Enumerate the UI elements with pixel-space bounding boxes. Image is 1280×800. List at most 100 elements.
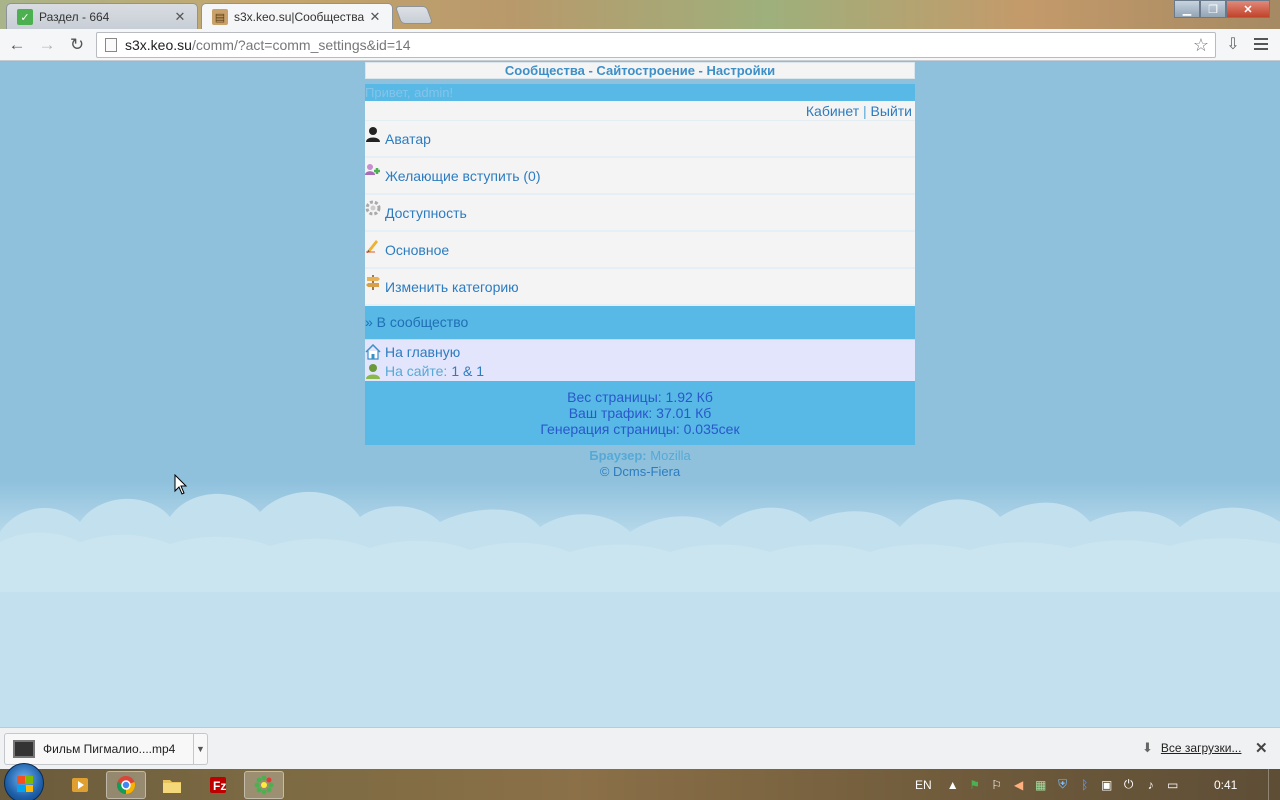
- browser-tab-active[interactable]: ▤ s3x.keo.su|Сообщества - ✕: [201, 3, 393, 29]
- back-to-community-link[interactable]: » В сообщество: [365, 306, 915, 339]
- green-flag-icon[interactable]: ⚑: [968, 778, 982, 792]
- browser-info: Браузер: Mozilla: [365, 448, 915, 464]
- clock[interactable]: 0:41: [1214, 778, 1237, 792]
- all-downloads: ⬇ Все загрузки...: [1142, 740, 1241, 756]
- browser-value: Mozilla: [650, 448, 691, 463]
- back-arrow-icon[interactable]: ←: [4, 32, 30, 58]
- bluetooth-icon[interactable]: ᛒ: [1078, 778, 1092, 792]
- greeting-text: Привет, admin!: [365, 84, 915, 101]
- url-host: s3x.keo.su: [125, 37, 192, 53]
- close-download-bar-icon[interactable]: ✕: [1255, 739, 1268, 757]
- pencil-icon: [365, 237, 381, 253]
- system-tray: EN ▲ ⚑ ⚐ ◀ ▦ ⛨ ᛒ ▣ ⏻ ♪ ▭: [915, 769, 1180, 800]
- menu-item-label: Аватар: [385, 130, 431, 147]
- download-bar: Фильм Пигмалио....mp4 ▼ ⬇ Все загрузки..…: [0, 727, 1280, 769]
- bookmark-star-icon[interactable]: ☆: [1193, 35, 1209, 56]
- all-downloads-link[interactable]: Все загрузки...: [1161, 741, 1242, 755]
- menu-item-access[interactable]: Доступность: [365, 195, 915, 232]
- reload-icon[interactable]: ↻: [64, 32, 90, 58]
- explorer-folder-icon[interactable]: [152, 771, 192, 799]
- forward-arrow-icon[interactable]: →: [34, 32, 60, 58]
- cabinet-link[interactable]: Кабинет: [806, 103, 859, 119]
- signpost-icon: [365, 274, 381, 290]
- network-monitor-icon[interactable]: ▦: [1034, 778, 1048, 792]
- speaker-icon[interactable]: ♪: [1144, 778, 1158, 792]
- footer-links: На главную На сайте: 1 & 1: [365, 339, 915, 381]
- logout-link[interactable]: Выйти: [871, 103, 912, 119]
- menu-item-join-requests[interactable]: Желающие вступить (0): [365, 158, 915, 195]
- filezilla-icon[interactable]: Fz: [198, 771, 238, 799]
- user-online-icon: [365, 363, 381, 379]
- show-desktop-button[interactable]: [1268, 769, 1280, 800]
- window-controls: ▁ ❐ ✕: [1174, 0, 1270, 18]
- browser-label: Браузер:: [589, 448, 647, 463]
- extension-download-icon[interactable]: ⇩: [1222, 33, 1244, 55]
- page-weight: Вес страницы: 1.92 Кб: [567, 389, 713, 405]
- menu-item-avatar[interactable]: Аватар: [365, 121, 915, 158]
- page-title: Сообщества - Сайтостроение - Настройки: [365, 62, 915, 79]
- maximize-button[interactable]: ❐: [1200, 0, 1226, 18]
- address-url[interactable]: s3x.keo.su/comm/?act=comm_settings&id=14: [125, 37, 411, 53]
- menu-item-label: Основное: [385, 241, 450, 258]
- browser-tab-strip: ✓ Раздел - 664 ✕ ▤ s3x.keo.su|Сообщества…: [0, 0, 1280, 29]
- windows-logo-icon: [17, 776, 33, 792]
- close-window-button[interactable]: ✕: [1226, 0, 1270, 18]
- address-bar[interactable]: s3x.keo.su/comm/?act=comm_settings&id=14…: [96, 32, 1216, 58]
- icq-icon[interactable]: [244, 771, 284, 799]
- menu-item-label: Доступность: [385, 204, 467, 221]
- browser-menu-icon[interactable]: [1250, 33, 1272, 55]
- close-tab-icon[interactable]: ✕: [368, 9, 382, 25]
- language-indicator[interactable]: EN: [915, 778, 932, 792]
- home-link[interactable]: На главную: [365, 342, 915, 361]
- chrome-icon[interactable]: [106, 771, 146, 799]
- menu-item-label: Желающие вступить (0): [385, 167, 541, 184]
- download-item[interactable]: Фильм Пигмалио....mp4 ▼: [4, 733, 208, 765]
- clouds-background: [0, 491, 1280, 592]
- media-player-icon[interactable]: [60, 771, 100, 799]
- download-arrow-icon: ⬇: [1142, 740, 1153, 755]
- tab-title: s3x.keo.su|Сообщества -: [234, 9, 368, 24]
- start-button[interactable]: [4, 763, 44, 800]
- browser-toolbar: ← → ↻ s3x.keo.su/comm/?act=comm_settings…: [0, 29, 1280, 61]
- home-icon: [365, 343, 381, 360]
- menu-item-general[interactable]: Основное: [365, 232, 915, 269]
- new-tab-button[interactable]: [394, 6, 434, 24]
- close-tab-icon[interactable]: ✕: [173, 9, 187, 25]
- tab-title: Раздел - 664: [39, 9, 110, 24]
- checkmark-favicon-icon: ✓: [17, 9, 33, 25]
- user-bar: Кабинет | Выйти: [365, 101, 915, 121]
- userbar-separator: |: [863, 103, 867, 119]
- gear-icon: [365, 200, 381, 216]
- menu-item-change-category[interactable]: Изменить категорию: [365, 269, 915, 306]
- action-center-flag-icon[interactable]: ⚐: [990, 778, 1004, 792]
- menu-item-label: Изменить категорию: [385, 278, 519, 295]
- users-add-icon: [365, 163, 381, 179]
- volume-mute-icon[interactable]: ◀: [1012, 778, 1026, 792]
- mouse-cursor-icon: [174, 474, 188, 495]
- page-container: Сообщества - Сайтостроение - Настройки П…: [365, 62, 915, 480]
- device-icon[interactable]: ▣: [1100, 778, 1114, 792]
- shield-icon[interactable]: ⛨: [1056, 777, 1070, 792]
- video-file-icon: [13, 740, 35, 758]
- online-row: На сайте: 1 & 1: [365, 361, 915, 380]
- online-label: На сайте:: [385, 362, 448, 379]
- show-hidden-icons-icon[interactable]: ▲: [946, 778, 960, 792]
- network-icon[interactable]: ▭: [1166, 778, 1180, 792]
- minimize-button[interactable]: ▁: [1174, 0, 1200, 18]
- page-viewport: Сообщества - Сайтостроение - Настройки П…: [0, 62, 1280, 727]
- copyright-link[interactable]: © Dcms-Fiera: [365, 464, 915, 480]
- page-stats: Вес страницы: 1.92 Кб Ваш трафик: 37.01 …: [365, 381, 915, 445]
- browser-tab-inactive[interactable]: ✓ Раздел - 664 ✕: [6, 3, 198, 29]
- page-icon: [105, 38, 117, 52]
- user-icon: [365, 126, 381, 142]
- download-file-name: Фильм Пигмалио....mp4: [43, 742, 176, 756]
- chevron-down-icon[interactable]: ▼: [193, 734, 207, 764]
- online-count-link[interactable]: 1 & 1: [451, 363, 484, 379]
- traffic: Ваш трафик: 37.01 Кб: [568, 405, 712, 421]
- windows-taskbar: Fz EN ▲ ⚑ ⚐ ◀ ▦ ⛨ ᛒ ▣ ⏻ ♪ ▭ 0:41: [0, 763, 1280, 800]
- power-plug-icon[interactable]: ⏻: [1122, 777, 1136, 792]
- settings-menu: Аватар Желающие вступить (0) Доступность…: [365, 121, 915, 306]
- generation-time: Генерация страницы: 0.035сек: [540, 421, 740, 437]
- book-favicon-icon: ▤: [212, 9, 228, 25]
- home-link-label: На главную: [385, 343, 461, 360]
